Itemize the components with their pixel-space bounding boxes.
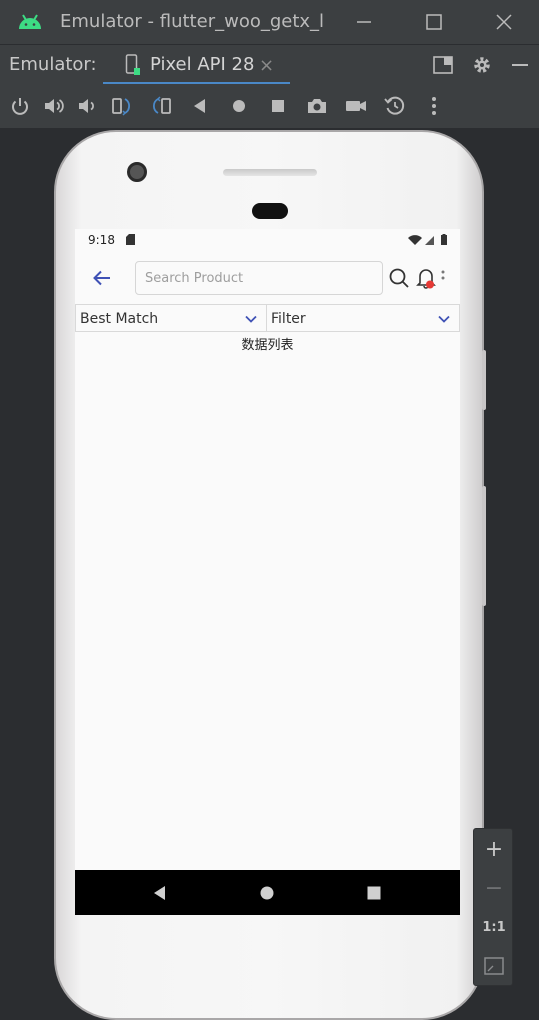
close-icon[interactable] bbox=[492, 10, 516, 34]
nav-overview-icon[interactable] bbox=[365, 884, 383, 902]
snapshot-icon[interactable] bbox=[383, 94, 407, 118]
zoom-panel: + − 1:1 bbox=[473, 828, 513, 986]
volume-up-icon[interactable] bbox=[42, 94, 66, 118]
power-icon[interactable] bbox=[8, 94, 32, 118]
maximize-icon[interactable] bbox=[422, 10, 446, 34]
actual-size-button[interactable]: 1:1 bbox=[474, 909, 514, 945]
tool-window-label: Emulator: bbox=[9, 54, 97, 75]
signal-battery-icons bbox=[408, 234, 447, 245]
tab-pixel-api-28[interactable]: Pixel API 28 × bbox=[103, 45, 290, 85]
window-title: Emulator - flutter_woo_getx_le bbox=[60, 11, 324, 32]
nav-back-icon[interactable] bbox=[151, 884, 169, 902]
front-camera bbox=[127, 162, 147, 182]
filter-dropdown[interactable]: Filter bbox=[267, 304, 460, 332]
back-arrow-icon[interactable] bbox=[91, 267, 113, 289]
volume-down-icon[interactable] bbox=[75, 94, 99, 118]
sdcard-icon bbox=[126, 234, 135, 245]
sort-dropdown[interactable]: Best Match bbox=[75, 304, 267, 332]
layout-icon[interactable] bbox=[432, 54, 454, 76]
android-status-bar: 9:18 bbox=[75, 229, 460, 253]
tab-label: Pixel API 28 bbox=[150, 54, 255, 75]
camera-icon[interactable] bbox=[305, 94, 329, 118]
hide-panel-icon[interactable] bbox=[509, 54, 531, 76]
rotate-right-icon[interactable] bbox=[149, 94, 173, 118]
zoom-in-button[interactable]: + bbox=[474, 831, 514, 867]
earpiece-speaker bbox=[223, 169, 317, 176]
filter-bar: Best Match Filter bbox=[75, 304, 460, 332]
power-side-button[interactable] bbox=[482, 350, 486, 410]
data-list-placeholder: 数据列表 bbox=[241, 338, 294, 353]
filter-dropdown-label: Filter bbox=[271, 311, 306, 327]
search-icon[interactable] bbox=[388, 267, 410, 289]
sort-dropdown-label: Best Match bbox=[80, 311, 159, 327]
more-options-icon[interactable] bbox=[439, 268, 447, 288]
minimize-icon[interactable] bbox=[352, 10, 376, 34]
window-titlebar: Emulator - flutter_woo_getx_le bbox=[0, 0, 539, 44]
device-icon bbox=[125, 54, 140, 75]
search-input[interactable]: Search Product bbox=[135, 261, 383, 295]
chevron-down-icon bbox=[438, 315, 450, 323]
emulator-tabbar: Emulator: Pixel API 28 × bbox=[0, 44, 539, 85]
fit-screen-button[interactable] bbox=[474, 948, 514, 984]
status-time: 9:18 bbox=[88, 233, 115, 247]
chevron-down-icon bbox=[245, 315, 257, 323]
more-vertical-icon[interactable] bbox=[422, 94, 446, 118]
home-icon[interactable] bbox=[227, 94, 251, 118]
rotate-left-icon[interactable] bbox=[110, 94, 134, 118]
gear-icon[interactable] bbox=[471, 54, 493, 76]
device-screen[interactable]: 9:18 Search Product Best Match Filter 数据… bbox=[75, 229, 460, 915]
back-icon[interactable] bbox=[188, 94, 212, 118]
volume-side-button[interactable] bbox=[482, 486, 486, 606]
search-placeholder: Search Product bbox=[145, 271, 244, 286]
fit-screen-icon bbox=[484, 957, 504, 975]
android-nav-bar bbox=[75, 870, 460, 915]
emulator-toolbar bbox=[0, 84, 539, 128]
app-bar: Search Product bbox=[75, 253, 460, 305]
android-logo-icon bbox=[19, 14, 41, 29]
nav-home-icon[interactable] bbox=[258, 884, 276, 902]
overview-icon[interactable] bbox=[266, 94, 290, 118]
tab-close-icon[interactable]: × bbox=[259, 55, 274, 76]
notification-bell-icon[interactable] bbox=[415, 266, 437, 290]
proximity-sensor bbox=[252, 203, 288, 219]
zoom-out-button[interactable]: − bbox=[474, 870, 514, 906]
screenrecord-icon[interactable] bbox=[344, 94, 368, 118]
